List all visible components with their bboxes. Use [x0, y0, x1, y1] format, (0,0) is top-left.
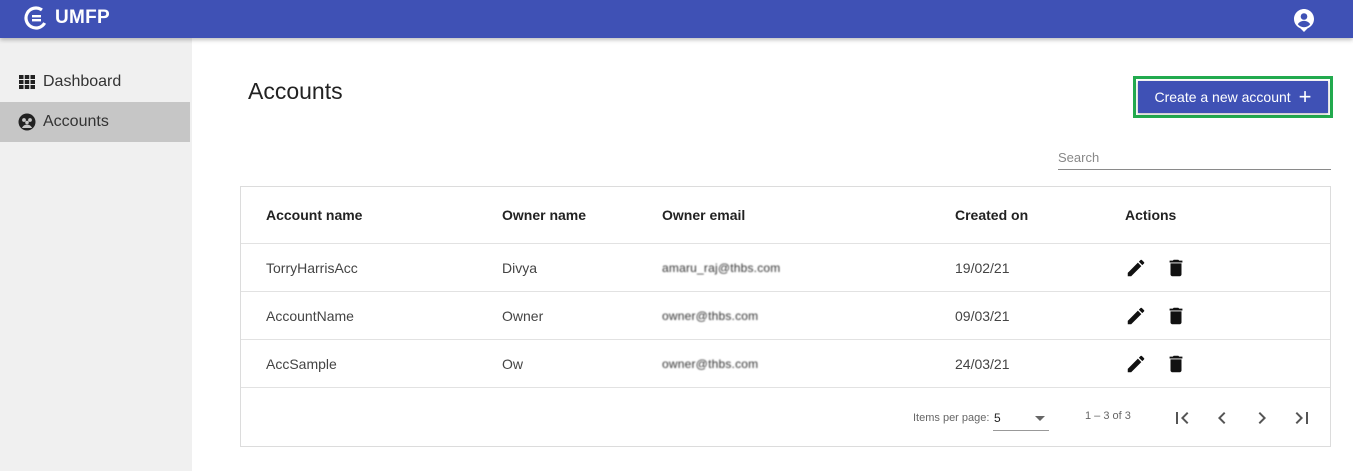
first-page-icon[interactable]	[1170, 406, 1194, 430]
items-per-page-label: Items per page:	[913, 412, 990, 424]
table-row: AccountName Owner owner@thbs.com 09/03/2…	[241, 292, 1330, 340]
account-name-cell: AccountName	[266, 307, 354, 324]
create-account-label: Create a new account	[1154, 89, 1291, 105]
table-row: AccSample Ow owner@thbs.com 24/03/21	[241, 340, 1330, 388]
paginator: Items per page: 5 1 – 3 of 3	[241, 388, 1330, 446]
account-name-cell: AccSample	[266, 355, 337, 372]
owner-name-cell: Owner	[502, 307, 544, 324]
table-row: TorryHarrisAcc Divya amaru_raj@thbs.com …	[241, 244, 1330, 292]
column-header[interactable]: Account name	[266, 187, 362, 243]
user-account-icon[interactable]	[1292, 8, 1316, 32]
created-on-cell: 19/02/21	[955, 259, 1010, 276]
last-page-icon[interactable]	[1290, 406, 1314, 430]
accounts-icon	[18, 113, 36, 131]
dashboard-icon	[19, 75, 35, 89]
actions-cell	[1125, 244, 1205, 291]
sidebar-item-accounts[interactable]: Accounts	[0, 102, 190, 142]
sidebar-item-label: Accounts	[43, 113, 109, 130]
column-header[interactable]: Created on	[955, 187, 1028, 243]
edit-icon[interactable]	[1125, 353, 1147, 375]
owner-email-cell: owner@thbs.com	[662, 308, 759, 323]
dropdown-caret-icon	[1035, 416, 1045, 421]
page-title: Accounts	[248, 78, 343, 104]
accounts-table: Account name Owner name Owner email Crea…	[240, 186, 1331, 447]
column-header[interactable]: Owner email	[662, 187, 745, 243]
sidebar-item-label: Dashboard	[43, 73, 122, 90]
actions-cell	[1125, 340, 1205, 387]
sidebar: Dashboard Accounts	[0, 38, 192, 471]
owner-email-cell: owner@thbs.com	[662, 356, 759, 371]
delete-icon[interactable]	[1165, 305, 1187, 327]
search-input[interactable]	[1058, 146, 1331, 168]
previous-page-icon[interactable]	[1210, 406, 1234, 430]
delete-icon[interactable]	[1165, 257, 1187, 279]
page-size-value: 5	[994, 411, 1001, 425]
created-on-cell: 24/03/21	[955, 355, 1010, 372]
owner-email-cell: amaru_raj@thbs.com	[662, 260, 781, 275]
edit-icon[interactable]	[1125, 305, 1147, 327]
account-name-cell: TorryHarrisAcc	[266, 259, 358, 276]
table-header-row: Account name Owner name Owner email Crea…	[241, 187, 1330, 244]
search-field[interactable]	[1058, 146, 1331, 170]
sidebar-item-dashboard[interactable]: Dashboard	[0, 62, 190, 102]
brand: UMFP	[24, 6, 110, 30]
owner-name-cell: Divya	[502, 259, 538, 276]
column-header[interactable]: Owner name	[502, 187, 586, 243]
plus-icon: +	[1298, 84, 1312, 109]
edit-icon[interactable]	[1125, 257, 1147, 279]
actions-cell	[1125, 292, 1205, 339]
page-range-label: 1 – 3 of 3	[1085, 410, 1131, 422]
column-header: Actions	[1125, 207, 1177, 223]
created-on-cell: 09/03/21	[955, 307, 1010, 324]
next-page-icon[interactable]	[1250, 406, 1274, 430]
owner-name-cell: Ow	[502, 355, 523, 372]
app-title: UMFP	[55, 7, 111, 28]
create-button-highlight: Create a new account +	[1133, 76, 1333, 118]
top-app-bar: UMFP	[0, 0, 1353, 38]
umfp-logo-icon	[24, 6, 48, 30]
create-account-button[interactable]: Create a new account +	[1138, 81, 1328, 113]
delete-icon[interactable]	[1165, 353, 1187, 375]
page-size-select[interactable]: 5	[993, 409, 1049, 431]
